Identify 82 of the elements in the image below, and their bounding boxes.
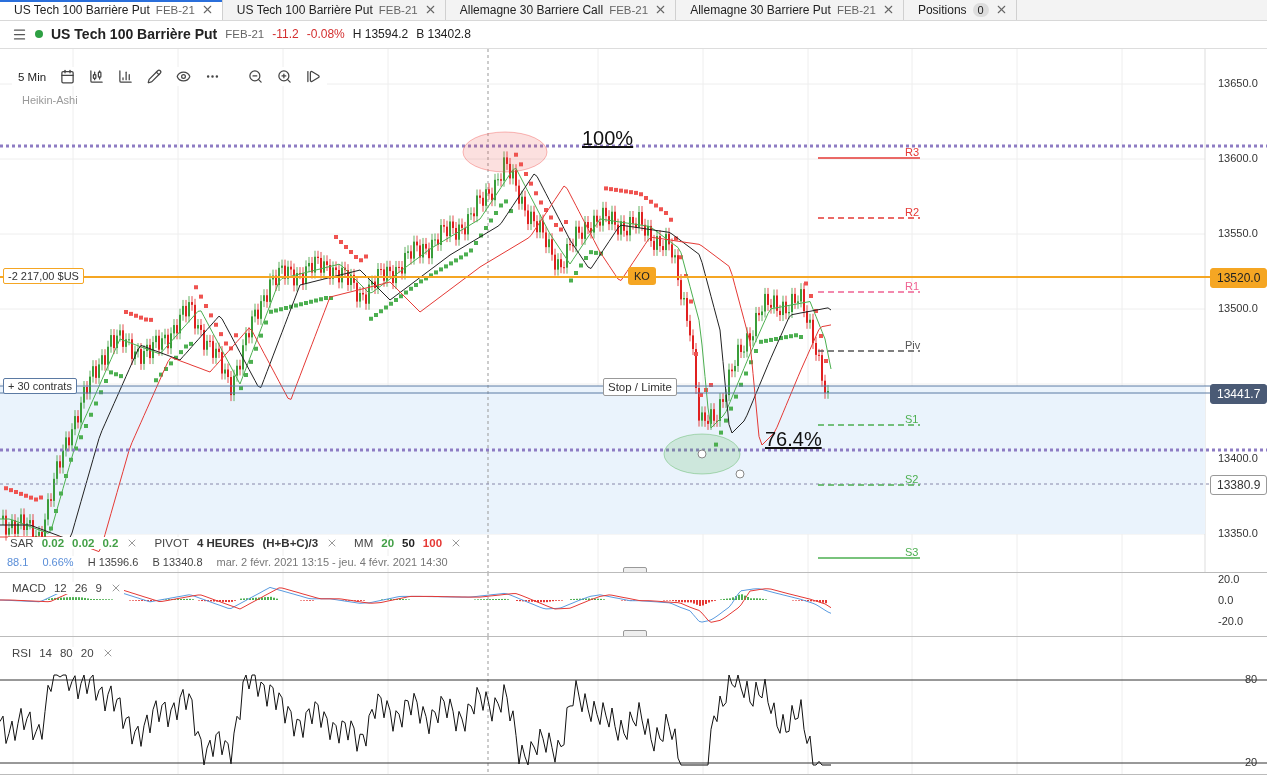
tab-contract: FEB-21 — [378, 3, 418, 16]
info-value: 88.1 — [7, 556, 29, 568]
indicator-param: 0.2 — [102, 537, 119, 549]
pivot-level-label: R1 — [905, 280, 920, 292]
macd-axis-label: 0.0 — [1218, 594, 1234, 606]
indicator-param: 80 — [59, 647, 73, 659]
tab-contract: FEB-21 — [836, 3, 876, 16]
pivot-level-label: Piv — [905, 339, 921, 351]
tab-label: Allemagne 30 Barriere Call — [459, 2, 604, 17]
price-change: -11.2 — [272, 27, 299, 42]
tab-contract: FEB-21 — [155, 3, 195, 16]
macd-axis-label: -20.0 — [1218, 615, 1244, 627]
tab-label: US Tech 100 Barrière Put — [236, 2, 373, 17]
indicator-name: MM — [354, 537, 374, 549]
position-price-tag: 13441.7 — [1210, 384, 1267, 404]
chart-type-label: Heikin-Ashi — [22, 94, 78, 106]
tab-label: US Tech 100 Barrière Put — [14, 2, 150, 17]
zoom-out-icon[interactable] — [248, 69, 264, 84]
price-axis-label: 13400.0 — [1218, 452, 1258, 464]
stop-limit-button[interactable]: Stop / Limite — [603, 378, 677, 396]
indicator-name: PIVOT — [154, 537, 189, 549]
indicator-name: RSI — [12, 647, 32, 659]
pivot-level-label: R2 — [905, 206, 920, 218]
indicator-param: 20 — [80, 647, 94, 659]
timeframe-selector[interactable]: 5 Min — [18, 70, 47, 83]
price-axis-label: 13600.0 — [1218, 152, 1258, 164]
knockout-price-tag: 13520.0 — [1210, 268, 1267, 288]
calendar-icon[interactable] — [60, 69, 76, 84]
rsi-axis-label: 20 — [1245, 756, 1258, 768]
menu-icon[interactable] — [12, 26, 27, 42]
pnl-label: -2 217,00 $US — [3, 268, 84, 284]
price-axis-label: 13550.0 — [1218, 227, 1258, 239]
tab-contract: FEB-21 — [609, 3, 649, 16]
price-axis-label: 13650.0 — [1218, 77, 1258, 89]
high-price: H 13594.2 — [352, 27, 409, 42]
low-price: B 13402.8 — [416, 27, 471, 42]
candlestick-icon[interactable] — [89, 69, 105, 84]
price-axis-label: 13500.0 — [1218, 302, 1258, 314]
indicator-param: (H+B+C)/3 — [262, 537, 319, 549]
price-change-percent: -0.08% — [306, 27, 345, 42]
indicator-param: 20 — [381, 537, 395, 549]
cursor-price-tag: 13380.9 — [1210, 475, 1267, 495]
indicator-param: 50 — [402, 537, 415, 549]
chart-tab[interactable]: US Tech 100 Barrière Put FEB-21 — [0, 0, 223, 20]
pivot-level-label: S1 — [905, 413, 919, 425]
indicator-param: 26 — [74, 582, 88, 594]
macd-axis-label: 20.0 — [1218, 573, 1240, 585]
indicator-param: 0.02 — [41, 537, 65, 549]
info-low: B 13340.8 — [152, 556, 203, 568]
indicator-name: SAR — [10, 537, 34, 549]
indicator-param: 100 — [422, 537, 443, 549]
rsi-axis-label: 80 — [1245, 673, 1258, 685]
fibonacci-label: 100% — [582, 127, 634, 150]
tab-label: Allemagne 30 Barriere Put — [690, 2, 831, 17]
positions-count: 0 — [972, 2, 989, 17]
pivot-level-label: S2 — [905, 473, 919, 485]
step-forward-icon[interactable] — [306, 69, 322, 84]
info-percent: 0.66% — [42, 556, 74, 568]
contracts-label[interactable]: + 30 contrats — [3, 378, 77, 394]
indicator-name: MACD — [12, 582, 46, 594]
zoom-in-icon[interactable] — [277, 69, 293, 84]
price-axis-label: 13350.0 — [1218, 527, 1258, 539]
indicator-param: 14 — [39, 647, 52, 659]
pivot-level-label: S3 — [905, 546, 919, 558]
indicator-param: 12 — [53, 582, 67, 594]
status-dot — [35, 30, 43, 39]
pencil-icon[interactable] — [147, 69, 163, 84]
info-high: H 13596.6 — [87, 556, 139, 568]
indicator-param: 4 HEURES — [196, 537, 255, 549]
bar-chart-icon[interactable] — [118, 69, 134, 84]
tab-label: Positions — [917, 2, 967, 17]
pivot-level-label: R3 — [905, 146, 920, 158]
eye-icon[interactable] — [176, 69, 192, 84]
indicator-param: 0.02 — [72, 537, 95, 549]
handle-icon[interactable] — [697, 449, 707, 459]
indicator-param: 9 — [95, 582, 102, 594]
contract-label: FEB-21 — [225, 28, 265, 41]
date-range: mar. 2 févr. 2021 13:15 - jeu. 4 févr. 2021 14:30 — [216, 556, 448, 568]
instrument-title: US Tech 100 Barrière Put — [51, 26, 218, 43]
handle-icon[interactable] — [735, 469, 745, 479]
knockout-badge: KO — [628, 267, 656, 285]
fibonacci-label: 76.4% — [765, 428, 822, 451]
